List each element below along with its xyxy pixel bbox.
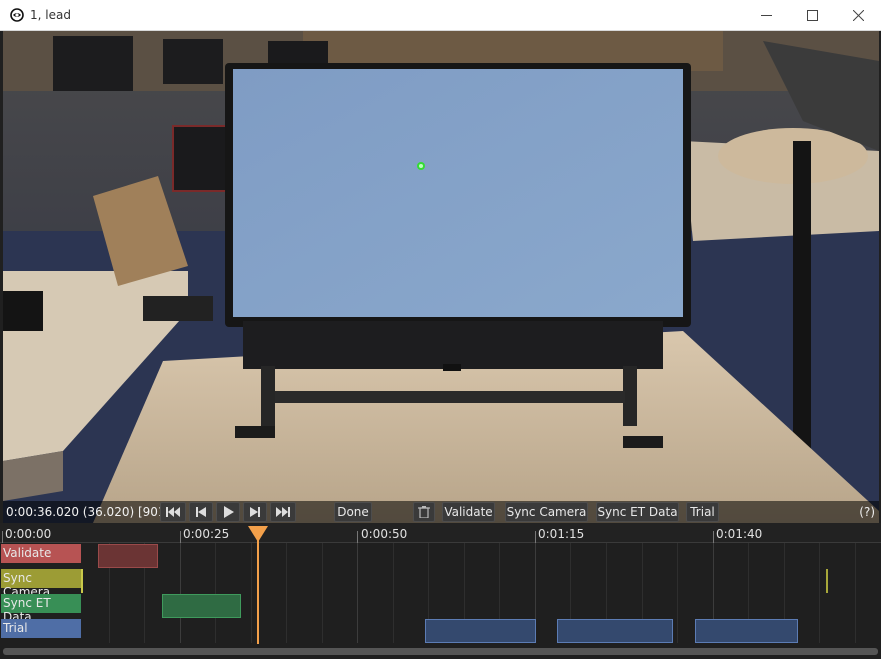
- next-frame-button[interactable]: [243, 502, 267, 522]
- tick-mark: [180, 531, 181, 543]
- help-link[interactable]: (?): [859, 505, 875, 519]
- playback-controls: 0:00:36.020 (36.020) [901] Done Validate…: [3, 501, 879, 523]
- track-label-trial: Trial: [1, 619, 81, 638]
- tick-label: 0:00:25: [183, 527, 230, 541]
- done-button[interactable]: Done: [334, 502, 372, 522]
- time-ruler[interactable]: 0:00:00 0:00:25 0:00:50 0:01:15 0:01:40: [0, 523, 881, 543]
- play-icon: [224, 506, 234, 518]
- grid-line: [180, 543, 181, 643]
- grid-line: [322, 543, 323, 643]
- track-label-sync-et-data: Sync ET Data: [1, 594, 81, 624]
- title-bar: 1, lead: [0, 0, 881, 31]
- delete-button[interactable]: [413, 502, 435, 522]
- sync-camera-marker[interactable]: [81, 569, 83, 593]
- skip-to-end-icon: [276, 507, 290, 517]
- window-title: 1, lead: [30, 8, 71, 22]
- tick-label: 0:00:00: [5, 527, 52, 541]
- app-logo-icon: [10, 8, 24, 22]
- grid-line: [357, 543, 358, 643]
- skip-to-start-icon: [166, 507, 180, 517]
- grid-line: [677, 543, 678, 643]
- step-forward-icon: [250, 507, 260, 517]
- tick-mark: [535, 531, 536, 543]
- tick-mark: [2, 531, 3, 543]
- tick-label: 0:01:40: [716, 527, 763, 541]
- grid-line: [855, 543, 856, 643]
- previous-frame-button[interactable]: [189, 502, 213, 522]
- sync-et-data-button[interactable]: Sync ET Data: [596, 502, 679, 522]
- jump-to-start-button[interactable]: [160, 502, 186, 522]
- step-back-icon: [196, 507, 206, 517]
- tick-label: 0:00:50: [361, 527, 408, 541]
- trial-interval[interactable]: [425, 619, 536, 643]
- grid-line: [819, 543, 820, 643]
- tick-mark: [713, 531, 714, 543]
- close-icon: [852, 10, 864, 21]
- video-frame[interactable]: 0:00:36.020 (36.020) [901] Done Validate…: [3, 31, 879, 523]
- grid-line: [286, 543, 287, 643]
- tick-label: 0:01:15: [538, 527, 585, 541]
- grid-line: [215, 543, 216, 643]
- close-button[interactable]: [835, 0, 881, 31]
- timecode-display: 0:00:36.020 (36.020) [901]: [6, 505, 171, 519]
- timeline-scrollbar[interactable]: [3, 648, 878, 655]
- minimize-button[interactable]: [743, 0, 789, 31]
- sync-camera-button[interactable]: Sync Camera: [505, 502, 588, 522]
- sync-camera-marker[interactable]: [826, 569, 828, 593]
- playhead[interactable]: [257, 533, 259, 644]
- grid-line: [251, 543, 252, 643]
- trial-interval[interactable]: [695, 619, 798, 643]
- scene-image: [3, 31, 879, 523]
- minimize-icon: [760, 15, 772, 16]
- validate-button[interactable]: Validate: [442, 502, 495, 522]
- sync-et-data-interval[interactable]: [162, 594, 241, 618]
- jump-to-end-button[interactable]: [270, 502, 296, 522]
- grid-line: [393, 543, 394, 643]
- maximize-icon: [806, 10, 818, 21]
- trial-interval[interactable]: [557, 619, 673, 643]
- tick-mark: [357, 531, 358, 543]
- maximize-button[interactable]: [789, 0, 835, 31]
- timeline[interactable]: 0:00:00 0:00:25 0:00:50 0:01:15 0:01:40 …: [0, 523, 881, 659]
- validate-interval[interactable]: [98, 544, 158, 568]
- track-label-validate: Validate: [1, 544, 81, 563]
- trash-icon: [418, 506, 430, 518]
- trial-button[interactable]: Trial: [686, 502, 719, 522]
- track-label-sync-camera: Sync Camera: [1, 569, 81, 599]
- play-button[interactable]: [216, 502, 240, 522]
